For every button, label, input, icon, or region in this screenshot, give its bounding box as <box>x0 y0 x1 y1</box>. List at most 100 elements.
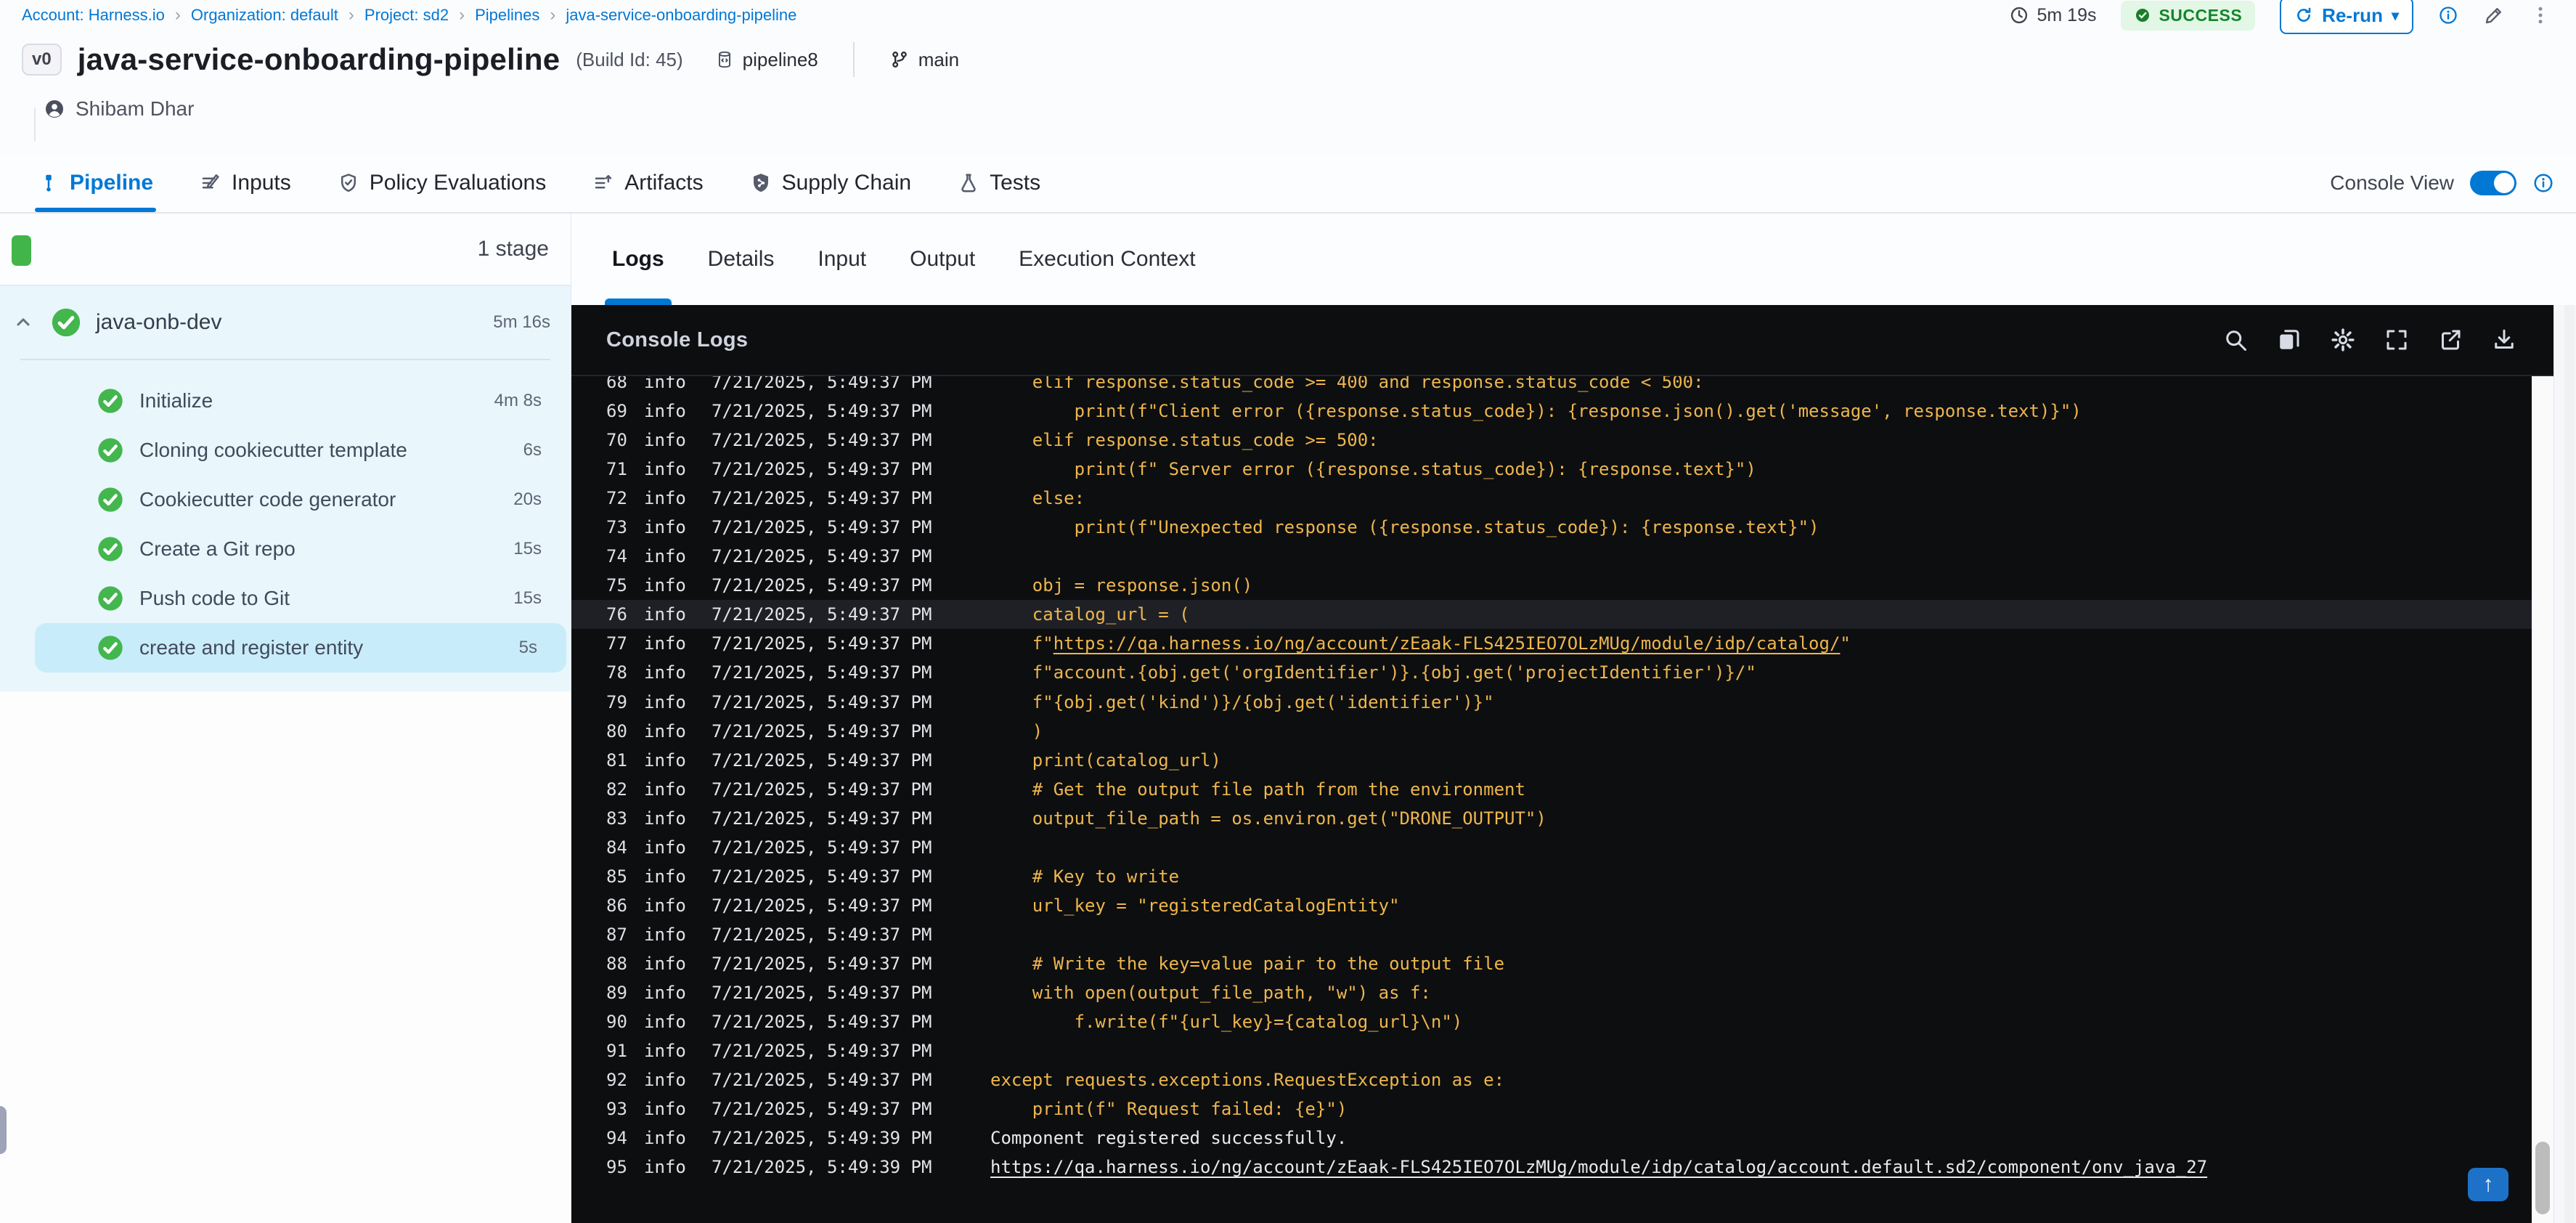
log-level: info <box>644 376 686 393</box>
log-tab-execution-context[interactable]: Execution Context <box>1019 214 1195 305</box>
branch-meta[interactable]: main <box>889 49 959 71</box>
tab-tests[interactable]: Tests <box>958 154 1040 212</box>
fullscreen-icon[interactable] <box>2384 327 2410 353</box>
console-scrollbar[interactable] <box>2532 376 2553 1223</box>
tab-policy-evaluations[interactable]: Policy Evaluations <box>338 154 546 212</box>
user-name: Shibam Dhar <box>76 97 195 120</box>
console-scrollbar-thumb[interactable] <box>2535 1142 2550 1214</box>
log-line-number: 95 <box>606 1157 627 1178</box>
log-line-number: 77 <box>606 633 627 654</box>
step-success-icon <box>96 535 125 564</box>
tab-artifacts[interactable]: Artifacts <box>592 154 704 212</box>
log-tab-output[interactable]: Output <box>910 214 975 305</box>
log-tab-details[interactable]: Details <box>708 214 775 305</box>
rerun-icon <box>2294 6 2313 25</box>
rerun-label: Re-run <box>2322 4 2383 26</box>
breadcrumb-item-organization[interactable]: Organization: default <box>191 6 338 25</box>
console-view-toggle[interactable] <box>2470 171 2516 195</box>
log-line-number: 79 <box>606 691 627 712</box>
page-right-rail <box>2553 305 2576 1223</box>
tab-inputs[interactable]: Inputs <box>200 154 291 212</box>
breadcrumb-separator: › <box>348 5 354 25</box>
log-timestamp: 7/21/2025, 5:49:37 PM <box>712 779 932 800</box>
info-icon[interactable] <box>2438 5 2458 25</box>
tab-supply-chain[interactable]: Supply Chain <box>750 154 911 212</box>
log-level: info <box>644 749 686 771</box>
open-in-new-icon[interactable] <box>2437 327 2463 353</box>
step-row-cookiecutter-code-generator[interactable]: Cookiecutter code generator 20s <box>0 475 571 524</box>
copy-icon[interactable] <box>2276 327 2302 353</box>
log-timestamp: 7/21/2025, 5:49:37 PM <box>712 459 932 480</box>
log-line-number: 84 <box>606 837 627 858</box>
log-timestamp: 7/21/2025, 5:49:37 PM <box>712 983 932 1003</box>
artifacts-icon <box>592 172 614 194</box>
log-level: info <box>644 633 686 654</box>
log-level: info <box>644 1128 686 1149</box>
edit-pencil-icon[interactable] <box>2483 4 2505 26</box>
step-row-push-code-to-git[interactable]: Push code to Git 15s <box>0 574 571 623</box>
log-row: 94 info 7/21/2025, 5:49:39 PM Component reg… <box>571 1124 2532 1153</box>
step-row-initialize[interactable]: Initialize 4m 8s <box>0 376 571 426</box>
log-message: catalog_url = ( <box>990 604 1190 625</box>
repo-meta[interactable]: pipeline8 <box>715 49 818 71</box>
log-line-number: 69 <box>606 401 627 422</box>
pipeline-icon <box>38 172 60 194</box>
log-message: print(f" Request failed: {e}") <box>990 1099 1348 1120</box>
log-line-number: 94 <box>606 1128 627 1149</box>
tab-pipeline[interactable]: Pipeline <box>34 154 157 212</box>
log-row: 69 info 7/21/2025, 5:49:37 PM print(f"Clie… <box>571 397 2532 426</box>
stage-row[interactable]: java-onb-dev 5m 16s <box>0 286 571 359</box>
log-level: info <box>644 401 686 422</box>
step-name: Push code to Git <box>139 587 290 609</box>
stage-list: java-onb-dev 5m 16s Initialize 4m 8s Cloni… <box>0 286 571 691</box>
step-row-create-a-git-repo[interactable]: Create a Git repo 15s <box>0 524 571 574</box>
log-row: 82 info 7/21/2025, 5:49:37 PM # Get the ou… <box>571 775 2532 804</box>
step-row-create-and-register-entity[interactable]: create and register entity 5s <box>35 623 566 673</box>
tab-label: Supply Chain <box>781 171 912 195</box>
download-icon[interactable] <box>2491 327 2517 353</box>
log-row: 86 info 7/21/2025, 5:49:37 PM url_key = "r… <box>571 891 2532 920</box>
log-message: obj = response.json() <box>990 575 1253 596</box>
log-message: else: <box>990 488 1085 509</box>
log-row: 91 info 7/21/2025, 5:49:37 PM <box>571 1036 2532 1065</box>
stage-minimap-chip[interactable] <box>12 235 31 266</box>
breadcrumb-item-java-service-onboarding-pipeline[interactable]: java-service-onboarding-pipeline <box>566 6 796 25</box>
step-row-cloning-cookiecutter-template[interactable]: Cloning cookiecutter template 6s <box>0 426 571 475</box>
log-level: info <box>644 430 686 451</box>
log-level: info <box>644 1157 686 1178</box>
breadcrumb-separator: › <box>459 5 465 25</box>
log-message: # Key to write <box>990 866 1180 887</box>
policy-icon <box>338 172 359 194</box>
log-timestamp: 7/21/2025, 5:49:37 PM <box>712 924 932 945</box>
settings-icon[interactable] <box>2330 327 2356 353</box>
log-row: 89 info 7/21/2025, 5:49:37 PM with open(ou… <box>571 978 2532 1007</box>
kebab-menu-icon[interactable] <box>2530 4 2551 26</box>
log-line-number: 75 <box>606 575 627 596</box>
step-success-icon <box>96 633 125 662</box>
log-tab-input[interactable]: Input <box>818 214 866 305</box>
log-timestamp: 7/21/2025, 5:49:37 PM <box>712 953 932 974</box>
log-line-number: 88 <box>606 953 627 974</box>
breadcrumb-item-project[interactable]: Project: sd2 <box>364 6 449 25</box>
console-view-info-icon[interactable] <box>2532 172 2554 194</box>
log-level: info <box>644 953 686 974</box>
breadcrumb-item-account[interactable]: Account: Harness.io <box>22 6 165 25</box>
breadcrumb-item-pipelines[interactable]: Pipelines <box>475 6 539 25</box>
search-icon[interactable] <box>2222 327 2249 353</box>
log-timestamp: 7/21/2025, 5:49:37 PM <box>712 837 932 858</box>
log-tab-logs[interactable]: Logs <box>605 214 672 305</box>
log-level: info <box>644 1099 686 1120</box>
log-row: 77 info 7/21/2025, 5:49:37 PM f"https://qa… <box>571 629 2532 658</box>
stage-panel-header: 1 stage <box>0 214 571 286</box>
scroll-to-top-button[interactable]: ↑ <box>2468 1168 2508 1201</box>
log-link[interactable]: https://qa.harness.io/ng/account/zEaak-F… <box>1053 633 1841 654</box>
log-message: Component registered successfully. <box>990 1128 1348 1149</box>
breadcrumb: Account: Harness.io › Organization: defaul… <box>22 5 796 25</box>
log-timestamp: 7/21/2025, 5:49:37 PM <box>712 604 932 625</box>
page-scrollbar[interactable] <box>2564 305 2575 1223</box>
log-row: 79 info 7/21/2025, 5:49:37 PM f"{obj.get('… <box>571 688 2532 717</box>
log-link[interactable]: https://qa.harness.io/ng/account/zEaak-F… <box>990 1157 2207 1177</box>
chevron-up-icon[interactable] <box>13 312 33 333</box>
panel-resize-handle[interactable] <box>0 1106 7 1154</box>
log-timestamp: 7/21/2025, 5:49:37 PM <box>712 488 932 509</box>
